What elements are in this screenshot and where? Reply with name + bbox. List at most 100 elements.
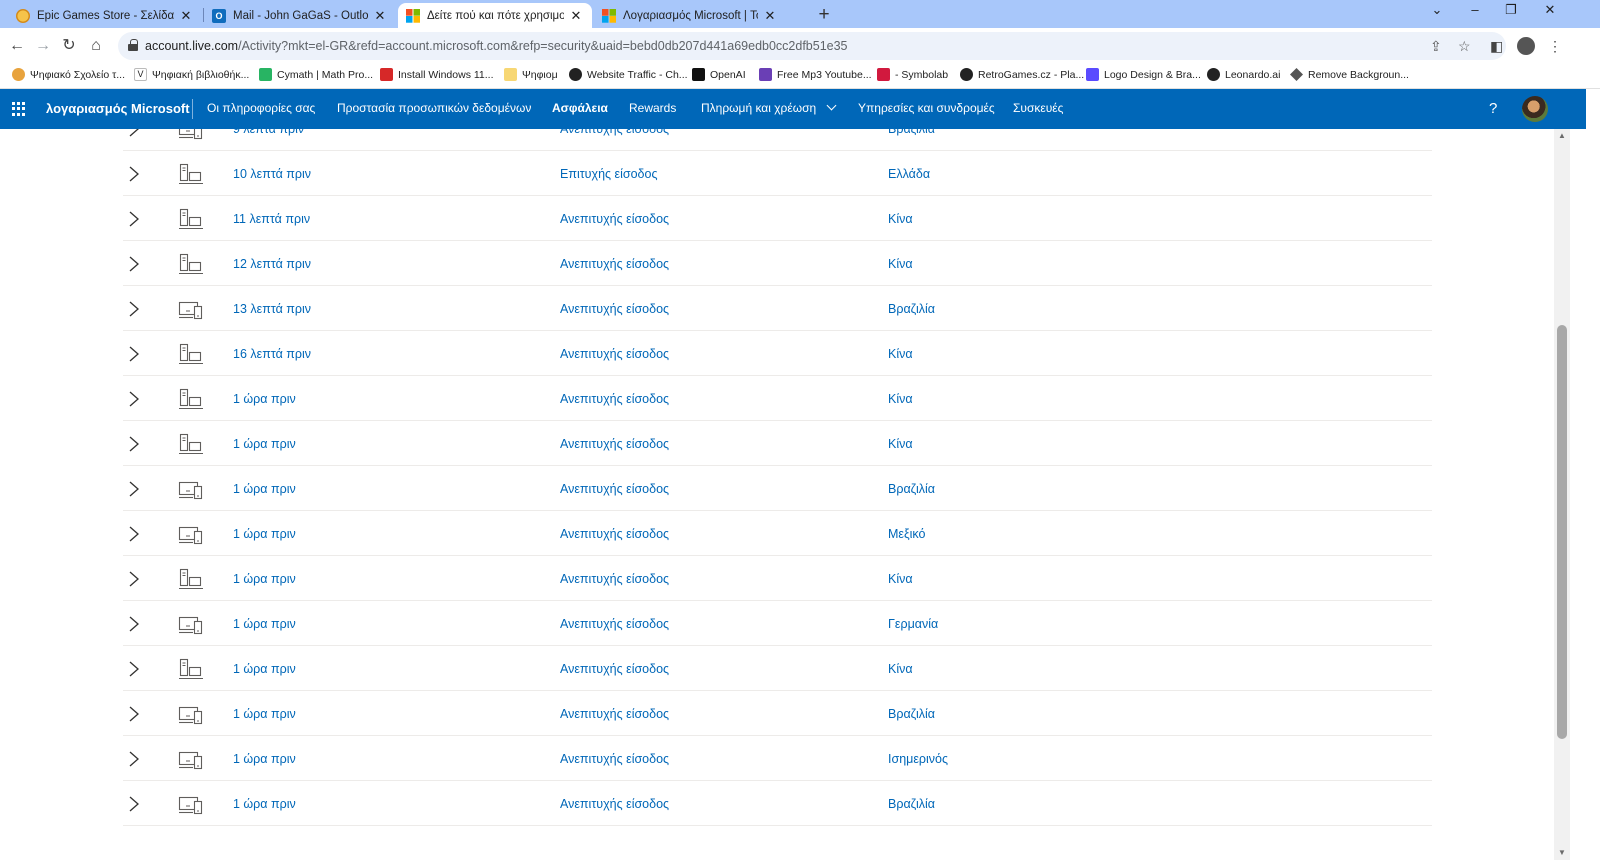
back-arrow-icon[interactable]: ← xyxy=(6,35,28,57)
activity-time-link[interactable]: 1 ώρα πριν xyxy=(233,482,296,496)
browser-tab-account[interactable]: Λογαριασμός Microsoft | Το πρ ✕ xyxy=(594,3,786,28)
scroll-up-arrow-icon[interactable]: ▲ xyxy=(1558,131,1566,140)
nav-devices[interactable]: Συσκευές xyxy=(1013,101,1063,115)
activity-row[interactable]: 1 ώρα πριν Ανεπιτυχής είσοδος Κίνα xyxy=(123,376,1432,421)
close-tab-icon[interactable]: ✕ xyxy=(568,8,584,24)
activity-location-link[interactable]: Κίνα xyxy=(888,347,913,361)
activity-location-link[interactable]: Κίνα xyxy=(888,257,913,271)
activity-time-link[interactable]: 1 ώρα πριν xyxy=(233,392,296,406)
nav-privacy[interactable]: Προστασία προσωπικών δεδομένων xyxy=(337,101,531,115)
activity-row[interactable]: 13 λεπτά πριν Ανεπιτυχής είσοδος Βραζιλία xyxy=(123,286,1432,331)
activity-location-link[interactable]: Βραζιλία xyxy=(888,302,935,316)
tab-search-icon[interactable]: ⌄ xyxy=(1422,2,1452,18)
activity-row[interactable]: 11 λεπτά πριν Ανεπιτυχής είσοδος Κίνα xyxy=(123,196,1432,241)
bookmark-item[interactable]: Cymath | Math Pro... xyxy=(259,68,373,81)
avatar[interactable] xyxy=(1522,96,1548,122)
page-scrollbar[interactable]: ▲ ▼ xyxy=(1554,129,1570,860)
restore-icon[interactable]: ❐ xyxy=(1496,2,1526,18)
activity-location-link[interactable]: Βραζιλία xyxy=(888,707,935,721)
activity-time-link[interactable]: 9 λεπτά πριν xyxy=(233,129,304,136)
chevron-right-icon[interactable] xyxy=(127,525,141,543)
activity-status-link[interactable]: Ανεπιτυχής είσοδος xyxy=(560,257,669,271)
activity-status-link[interactable]: Ανεπιτυχής είσοδος xyxy=(560,302,669,316)
activity-location-link[interactable]: Κίνα xyxy=(888,212,913,226)
forward-arrow-icon[interactable]: → xyxy=(32,35,54,57)
close-tab-icon[interactable]: ✕ xyxy=(762,8,778,24)
activity-status-link[interactable]: Ανεπιτυχής είσοδος xyxy=(560,662,669,676)
activity-location-link[interactable]: Κίνα xyxy=(888,437,913,451)
chevron-right-icon[interactable] xyxy=(127,300,141,318)
share-icon[interactable]: ⇪ xyxy=(1430,38,1442,55)
address-bar[interactable]: account.live.com/Activity?mkt=el-GR&refd… xyxy=(118,32,1506,60)
chevron-right-icon[interactable] xyxy=(127,705,141,723)
bookmark-item[interactable]: Ψηφιομ xyxy=(504,68,558,81)
activity-status-link[interactable]: Ανεπιτυχής είσοδος xyxy=(560,437,669,451)
activity-row[interactable]: 10 λεπτά πριν Επιτυχής είσοδος Ελλάδα xyxy=(123,151,1432,196)
lock-icon[interactable] xyxy=(128,39,138,51)
activity-row[interactable]: 1 ώρα πριν Ανεπιτυχής είσοδος Κίνα xyxy=(123,556,1432,601)
activity-status-link[interactable]: Επιτυχής είσοδος xyxy=(560,167,657,181)
bookmark-item[interactable]: Logo Design & Bra... xyxy=(1086,68,1201,81)
activity-time-link[interactable]: 1 ώρα πριν xyxy=(233,707,296,721)
activity-status-link[interactable]: Ανεπιτυχής είσοδος xyxy=(560,129,669,136)
activity-status-link[interactable]: Ανεπιτυχής είσοδος xyxy=(560,212,669,226)
bookmark-item[interactable]: - Symbolab xyxy=(877,68,948,81)
chevron-right-icon[interactable] xyxy=(127,615,141,633)
bookmark-item[interactable]: Ψηφιακό Σχολείο τ... xyxy=(12,68,125,81)
help-icon[interactable]: ? xyxy=(1489,100,1497,117)
bookmark-item[interactable]: Website Traffic - Ch... xyxy=(569,68,688,81)
brand-title[interactable]: λογαριασμός Microsoft xyxy=(46,101,190,116)
activity-time-link[interactable]: 10 λεπτά πριν xyxy=(233,167,311,181)
chevron-right-icon[interactable] xyxy=(127,129,141,138)
activity-status-link[interactable]: Ανεπιτυχής είσοδος xyxy=(560,707,669,721)
activity-row[interactable]: 16 λεπτά πριν Ανεπιτυχής είσοδος Κίνα xyxy=(123,331,1432,376)
chevron-right-icon[interactable] xyxy=(127,435,141,453)
activity-status-link[interactable]: Ανεπιτυχής είσοδος xyxy=(560,752,669,766)
activity-row[interactable]: 12 λεπτά πριν Ανεπιτυχής είσοδος Κίνα xyxy=(123,241,1432,286)
activity-row[interactable]: 1 ώρα πριν Ανεπιτυχής είσοδος Βραζιλία xyxy=(123,691,1432,736)
chevron-right-icon[interactable] xyxy=(127,750,141,768)
activity-location-link[interactable]: Βραζιλία xyxy=(888,797,935,811)
close-tab-icon[interactable]: ✕ xyxy=(178,8,194,24)
chevron-right-icon[interactable] xyxy=(127,480,141,498)
close-tab-icon[interactable]: ✕ xyxy=(372,8,388,24)
url-text[interactable]: account.live.com/Activity?mkt=el-GR&refd… xyxy=(145,39,848,53)
profile-icon[interactable] xyxy=(1517,37,1535,55)
nav-rewards[interactable]: Rewards xyxy=(629,101,676,115)
bookmark-item[interactable]: Free Mp3 Youtube... xyxy=(759,68,872,81)
browser-tab-activity[interactable]: Δείτε πού και πότε χρησιμοποι ✕ xyxy=(398,3,592,28)
activity-location-link[interactable]: Μεξικό xyxy=(888,527,925,541)
activity-time-link[interactable]: 1 ώρα πριν xyxy=(233,752,296,766)
chevron-right-icon[interactable] xyxy=(127,345,141,363)
activity-time-link[interactable]: 13 λεπτά πριν xyxy=(233,302,311,316)
activity-time-link[interactable]: 1 ώρα πριν xyxy=(233,662,296,676)
activity-status-link[interactable]: Ανεπιτυχής είσοδος xyxy=(560,392,669,406)
activity-time-link[interactable]: 1 ώρα πριν xyxy=(233,572,296,586)
nav-security[interactable]: Ασφάλεια xyxy=(552,101,608,115)
close-window-icon[interactable]: ✕ xyxy=(1535,2,1565,18)
chevron-right-icon[interactable] xyxy=(127,570,141,588)
activity-status-link[interactable]: Ανεπιτυχής είσοδος xyxy=(560,797,669,811)
browser-tab-outlook[interactable]: O Mail - John GaGaS - Outlook ✕ xyxy=(204,3,396,28)
activity-status-link[interactable]: Ανεπιτυχής είσοδος xyxy=(560,572,669,586)
side-panel-icon[interactable]: ◧ xyxy=(1490,38,1503,55)
nav-payment-billing[interactable]: Πληρωμή και χρέωση xyxy=(701,100,836,115)
activity-status-link[interactable]: Ανεπιτυχής είσοδος xyxy=(560,617,669,631)
nav-services-subscriptions[interactable]: Υπηρεσίες και συνδρομές xyxy=(858,101,995,115)
activity-time-link[interactable]: 1 ώρα πριν xyxy=(233,617,296,631)
activity-row[interactable]: 1 ώρα πριν Ανεπιτυχής είσοδος Βραζιλία xyxy=(123,466,1432,511)
activity-row[interactable]: 1 ώρα πριν Ανεπιτυχής είσοδος Βραζιλία xyxy=(123,781,1432,826)
app-launcher-icon[interactable] xyxy=(12,102,26,116)
activity-location-link[interactable]: Βραζιλία xyxy=(888,129,935,136)
activity-location-link[interactable]: Βραζιλία xyxy=(888,482,935,496)
nav-your-info[interactable]: Οι πληροφορίες σας xyxy=(207,101,315,115)
activity-location-link[interactable]: Ελλάδα xyxy=(888,167,930,181)
activity-time-link[interactable]: 12 λεπτά πριν xyxy=(233,257,311,271)
activity-time-link[interactable]: 16 λεπτά πριν xyxy=(233,347,311,361)
chevron-right-icon[interactable] xyxy=(127,210,141,228)
activity-status-link[interactable]: Ανεπιτυχής είσοδος xyxy=(560,347,669,361)
activity-location-link[interactable]: Κίνα xyxy=(888,572,913,586)
minimize-icon[interactable]: – xyxy=(1460,2,1490,17)
activity-time-link[interactable]: 1 ώρα πριν xyxy=(233,797,296,811)
bookmark-item[interactable]: V Ψηφιακή βιβλιοθήκ... xyxy=(134,68,249,81)
